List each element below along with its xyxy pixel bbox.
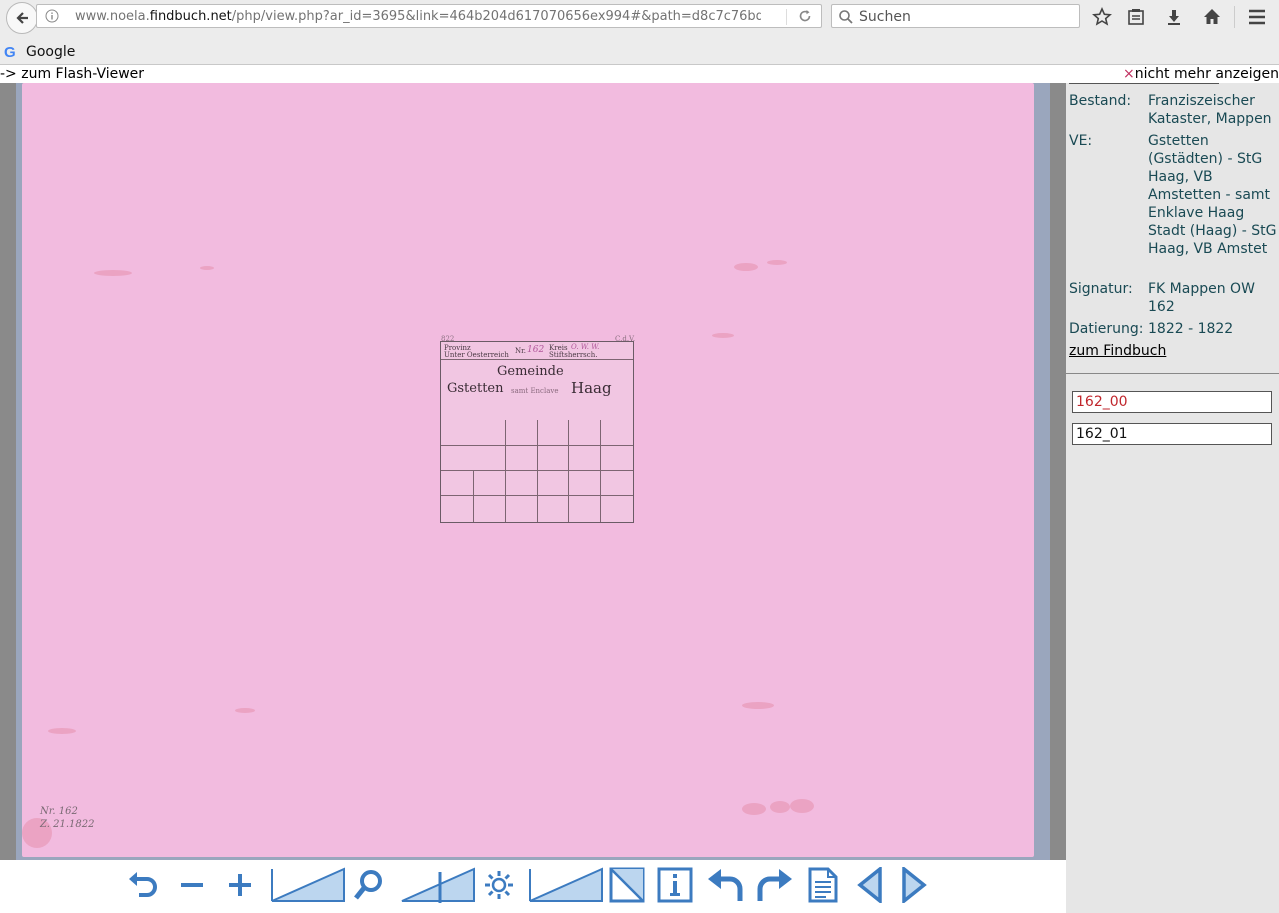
stain [770,801,790,813]
home-icon[interactable] [1201,6,1223,28]
label-rule [537,420,538,522]
search-bar[interactable]: Suchen [831,4,1080,28]
search-placeholder: Suchen [859,9,911,25]
label-stadt: Stiftsherrsch. [549,351,598,359]
stain [48,728,76,734]
hide-notice-label[interactable]: nicht mehr anzeigen [1135,66,1279,82]
back-arrow-icon [16,12,28,24]
sidebar-divider [1066,373,1279,374]
google-icon: G [4,44,16,61]
invert-icon[interactable] [608,866,646,904]
document-icon[interactable] [804,866,842,904]
stain [742,702,774,709]
datierung-label: Datierung: [1069,321,1144,337]
url-text[interactable]: www.noela.findbuch.net/php/view.php?ar_i… [75,9,761,24]
rotate-left-icon[interactable] [124,866,162,904]
info-icon[interactable] [656,866,694,904]
zoom-out-icon[interactable] [176,866,208,904]
stain [235,708,255,713]
corner-note-1: Nr. 162 [40,806,78,817]
label-gemeinde: Gemeinde [497,364,564,379]
corner-note-2: Z. 21.1822 [40,819,95,830]
label-rule [505,420,506,522]
flash-viewer-link[interactable]: -> zum Flash-Viewer [0,66,144,82]
file-item-162-00[interactable]: 162_00 [1072,391,1272,413]
close-icon[interactable]: × [1123,66,1135,82]
corner-annotation: Nr. 162 Z. 21.1822 [40,805,94,831]
bookmark-google[interactable]: Google [26,44,75,60]
sun-icon[interactable] [480,866,518,904]
label-rule [568,420,569,522]
findbuch-link[interactable]: zum Findbuch [1069,343,1166,359]
bookmarks-list-icon[interactable] [1125,6,1147,28]
label-corner-left: 822 [441,335,455,343]
image-viewer[interactable]: Provinz Unter Oesterreich Nr. 162 Kreis … [0,83,1066,860]
sidebar-top-rule [1069,83,1219,84]
search-icon [839,10,853,24]
label-rule [473,470,474,522]
metadata-sidebar: Bestand: Franziszeischer Kataster, Mappe… [1066,83,1279,913]
back-button[interactable] [6,2,38,34]
label-provinz-value: Unter Oesterreich [444,351,509,359]
map-label-card: Provinz Unter Oesterreich Nr. 162 Kreis … [440,341,634,523]
contrast-slider-icon[interactable] [400,866,476,904]
stain [790,799,814,813]
datierung-value: 1822 - 1822 [1148,321,1234,337]
label-kreis-value: O. W. W. [571,343,600,351]
stain [200,266,214,270]
ve-value: Gstetten (Gstädten) - StG Haag, VB Amste… [1148,133,1277,257]
bookmark-star-icon[interactable] [1091,6,1113,28]
redo-icon[interactable] [754,866,794,904]
file-item-162-01[interactable]: 162_01 [1072,423,1272,445]
stain [767,260,787,265]
label-rule [441,359,633,360]
label-ort-left: Gstetten [447,381,504,396]
reload-icon[interactable] [797,8,813,24]
url-separator [786,9,787,25]
toolbar-separator [1234,6,1235,28]
url-bar[interactable]: www.noela.findbuch.net/php/view.php?ar_i… [36,4,822,28]
site-info-icon[interactable] [45,9,59,23]
hamburger-menu-icon[interactable] [1246,6,1268,28]
label-nr-value: 162 [527,345,545,355]
label-corner-right: C.d.V. [615,335,636,343]
stain [712,333,734,338]
stain [94,270,132,276]
bestand-label: Bestand: [1069,93,1132,109]
signatur-value: FK Mappen OW 162 [1148,281,1255,315]
label-rule [600,420,601,522]
signatur-label: Signatur: [1069,281,1133,297]
previous-icon[interactable] [854,866,888,904]
ve-label: VE: [1069,133,1093,149]
gamma-slider-icon[interactable] [528,866,604,904]
zoom-in-icon[interactable] [224,866,256,904]
label-ort-mid: samt Enclave [511,387,559,395]
hide-notice-link[interactable]: ×nicht mehr anzeigen [1123,66,1279,82]
downloads-icon[interactable] [1163,6,1185,28]
next-icon[interactable] [896,866,930,904]
brightness-slider-icon[interactable] [270,866,346,904]
undo-icon[interactable] [706,866,746,904]
bestand-value: Franziszeischer Kataster, Mappen [1148,93,1272,127]
stain [742,803,766,815]
label-nr: Nr. [515,347,526,355]
magnifier-icon[interactable] [350,866,388,904]
viewer-toolbar [0,860,1066,913]
stain [734,263,758,271]
label-ort-right: Haag [571,379,612,397]
browser-toolbar: www.noela.findbuch.net/php/view.php?ar_i… [0,0,1279,65]
